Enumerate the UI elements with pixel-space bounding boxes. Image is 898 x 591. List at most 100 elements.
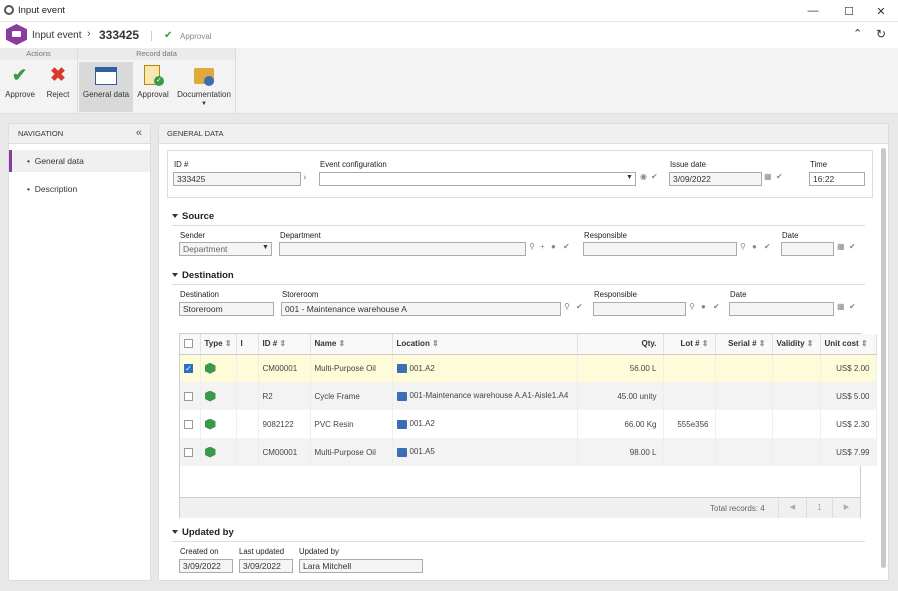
unit-cost-cell: US$ 2.00: [820, 354, 877, 382]
clear-icon[interactable]: ✔: [651, 172, 658, 181]
id-cell: CM00001: [258, 354, 311, 382]
table-row[interactable]: CM00001 Multi-Purpose Oil 001.A5 98.00 L…: [180, 438, 877, 466]
approve-button[interactable]: ✔ Approve: [2, 62, 38, 112]
user-icon[interactable]: ●: [551, 242, 556, 251]
type-cell: [200, 410, 237, 438]
qty-cell: 98.00 L: [577, 438, 664, 466]
clear-icon[interactable]: ✔: [849, 302, 856, 311]
collapse-icon[interactable]: ⌃: [853, 27, 862, 40]
divider: [172, 541, 865, 542]
content-title: GENERAL DATA: [159, 124, 888, 144]
event-configuration-select[interactable]: [319, 172, 636, 186]
calendar-icon[interactable]: ▦: [764, 172, 772, 181]
column-serial[interactable]: Serial # ⇕: [715, 334, 773, 355]
id-cell: R2: [258, 382, 311, 410]
window-icon: [95, 67, 117, 85]
destination-responsible-field[interactable]: [593, 302, 686, 316]
row-checkbox[interactable]: [180, 410, 201, 438]
calendar-icon[interactable]: ▦: [837, 242, 845, 251]
column-type[interactable]: Type ⇕: [200, 334, 237, 355]
column-qty[interactable]: Qty.: [577, 334, 664, 355]
clear-icon[interactable]: ✔: [563, 242, 570, 251]
name-cell: Multi-Purpose Oil: [310, 354, 393, 382]
calendar-icon[interactable]: ▦: [837, 302, 845, 311]
column-label: Location: [396, 339, 430, 349]
reject-button[interactable]: ✖ Reject: [40, 62, 76, 112]
chevron-down-icon[interactable]: ▼: [626, 174, 633, 181]
search-icon[interactable]: ⚲: [689, 302, 695, 311]
created-on-field[interactable]: 3/09/2022: [179, 559, 233, 573]
destination-section-title[interactable]: Destination: [172, 270, 234, 281]
last-updated-field[interactable]: 3/09/2022: [239, 559, 293, 573]
chevron-down-icon[interactable]: ▼: [262, 244, 269, 251]
department-field[interactable]: [279, 242, 526, 256]
table-header: Type ⇕ I ID # ⇕ Name ⇕ Location ⇕ Qty. L…: [180, 334, 877, 355]
column-location[interactable]: Location ⇕: [392, 334, 578, 355]
nav-item-general-data[interactable]: • General data: [9, 150, 150, 172]
id-cell: 9082122: [258, 410, 311, 438]
qty-cell: 45.00 unity: [577, 382, 664, 410]
approval-button[interactable]: ✓ Approval: [134, 62, 172, 112]
dropdown-arrow-icon: ▼: [201, 101, 207, 107]
user-icon[interactable]: ●: [752, 242, 757, 251]
updated-by-field[interactable]: Lara Mitchell: [299, 559, 423, 573]
general-data-button[interactable]: General data: [79, 62, 133, 112]
column-validity[interactable]: Validity ⇕: [772, 334, 821, 355]
issue-date-field[interactable]: 3/09/2022: [669, 172, 762, 186]
scrollbar[interactable]: [881, 148, 886, 568]
column-unit-cost[interactable]: Unit cost ⇕: [820, 334, 877, 355]
storeroom-label: Storeroom: [282, 290, 319, 299]
prev-page-button[interactable]: ◀: [778, 498, 806, 518]
collapse-panel-icon[interactable]: «: [136, 127, 142, 139]
table-row[interactable]: 9082122 PVC Resin 001.A2 66.00 Kg 555e35…: [180, 410, 877, 438]
table-row[interactable]: ✓ CM00001 Multi-Purpose Oil 001.A2 56.00…: [180, 354, 877, 382]
row-checkbox[interactable]: ✓: [180, 354, 201, 382]
clear-icon[interactable]: ✔: [764, 242, 771, 251]
clear-icon[interactable]: ✔: [576, 302, 583, 311]
clear-icon[interactable]: ✔: [776, 172, 783, 181]
i-cell: [236, 354, 259, 382]
row-checkbox[interactable]: [180, 438, 201, 466]
content-panel: GENERAL DATA ID # 333425 › Event configu…: [158, 123, 889, 581]
id-field[interactable]: 333425: [173, 172, 301, 186]
updated-by-section-title[interactable]: Updated by: [172, 527, 234, 538]
select-all-checkbox[interactable]: [180, 334, 201, 355]
documentation-button[interactable]: Documentation ▼: [174, 62, 234, 112]
items-table: Type ⇕ I ID # ⇕ Name ⇕ Location ⇕ Qty. L…: [180, 334, 877, 466]
sender-label: Sender: [180, 231, 206, 240]
row-checkbox[interactable]: [180, 382, 201, 410]
table-row[interactable]: R2 Cycle Frame 001-Maintenance warehouse…: [180, 382, 877, 410]
search-icon[interactable]: ⚲: [529, 242, 535, 251]
binoculars-icon[interactable]: ◉: [640, 172, 647, 181]
section-title-text: Destination: [182, 270, 234, 281]
search-icon[interactable]: ⚲: [564, 302, 570, 311]
location-icon: [396, 447, 407, 457]
user-icon[interactable]: ●: [701, 302, 706, 311]
search-icon[interactable]: ⚲: [740, 242, 746, 251]
column-name[interactable]: Name ⇕: [310, 334, 393, 355]
divider: [172, 225, 865, 226]
minimize-icon[interactable]: —: [796, 0, 830, 22]
refresh-icon[interactable]: ↻: [876, 27, 886, 41]
next-page-button[interactable]: ▶: [832, 498, 860, 518]
sender-select[interactable]: Department: [179, 242, 272, 256]
chevron-right-icon[interactable]: ›: [303, 172, 306, 183]
time-field[interactable]: 16:22: [809, 172, 865, 186]
source-date-field[interactable]: [781, 242, 834, 256]
responsible-field[interactable]: [583, 242, 737, 256]
column-i[interactable]: I: [236, 334, 259, 355]
destination-date-field[interactable]: [729, 302, 834, 316]
breadcrumb-app[interactable]: Input event: [32, 30, 81, 41]
clear-icon[interactable]: ✔: [849, 242, 856, 251]
add-icon[interactable]: +: [540, 242, 545, 251]
column-id[interactable]: ID # ⇕: [258, 334, 311, 355]
storeroom-field[interactable]: 001 - Maintenance warehouse A: [281, 302, 561, 316]
record-header: Input event › 333425 ✔ Approval ⌃ ↻: [0, 22, 898, 48]
close-icon[interactable]: ✕: [864, 0, 898, 22]
source-section-title[interactable]: Source: [172, 211, 214, 222]
destination-field[interactable]: Storeroom: [179, 302, 274, 316]
clear-icon[interactable]: ✔: [713, 302, 720, 311]
column-lot[interactable]: Lot # ⇕: [663, 334, 716, 355]
nav-item-description[interactable]: • Description: [9, 178, 150, 200]
maximize-icon[interactable]: ☐: [832, 0, 866, 22]
